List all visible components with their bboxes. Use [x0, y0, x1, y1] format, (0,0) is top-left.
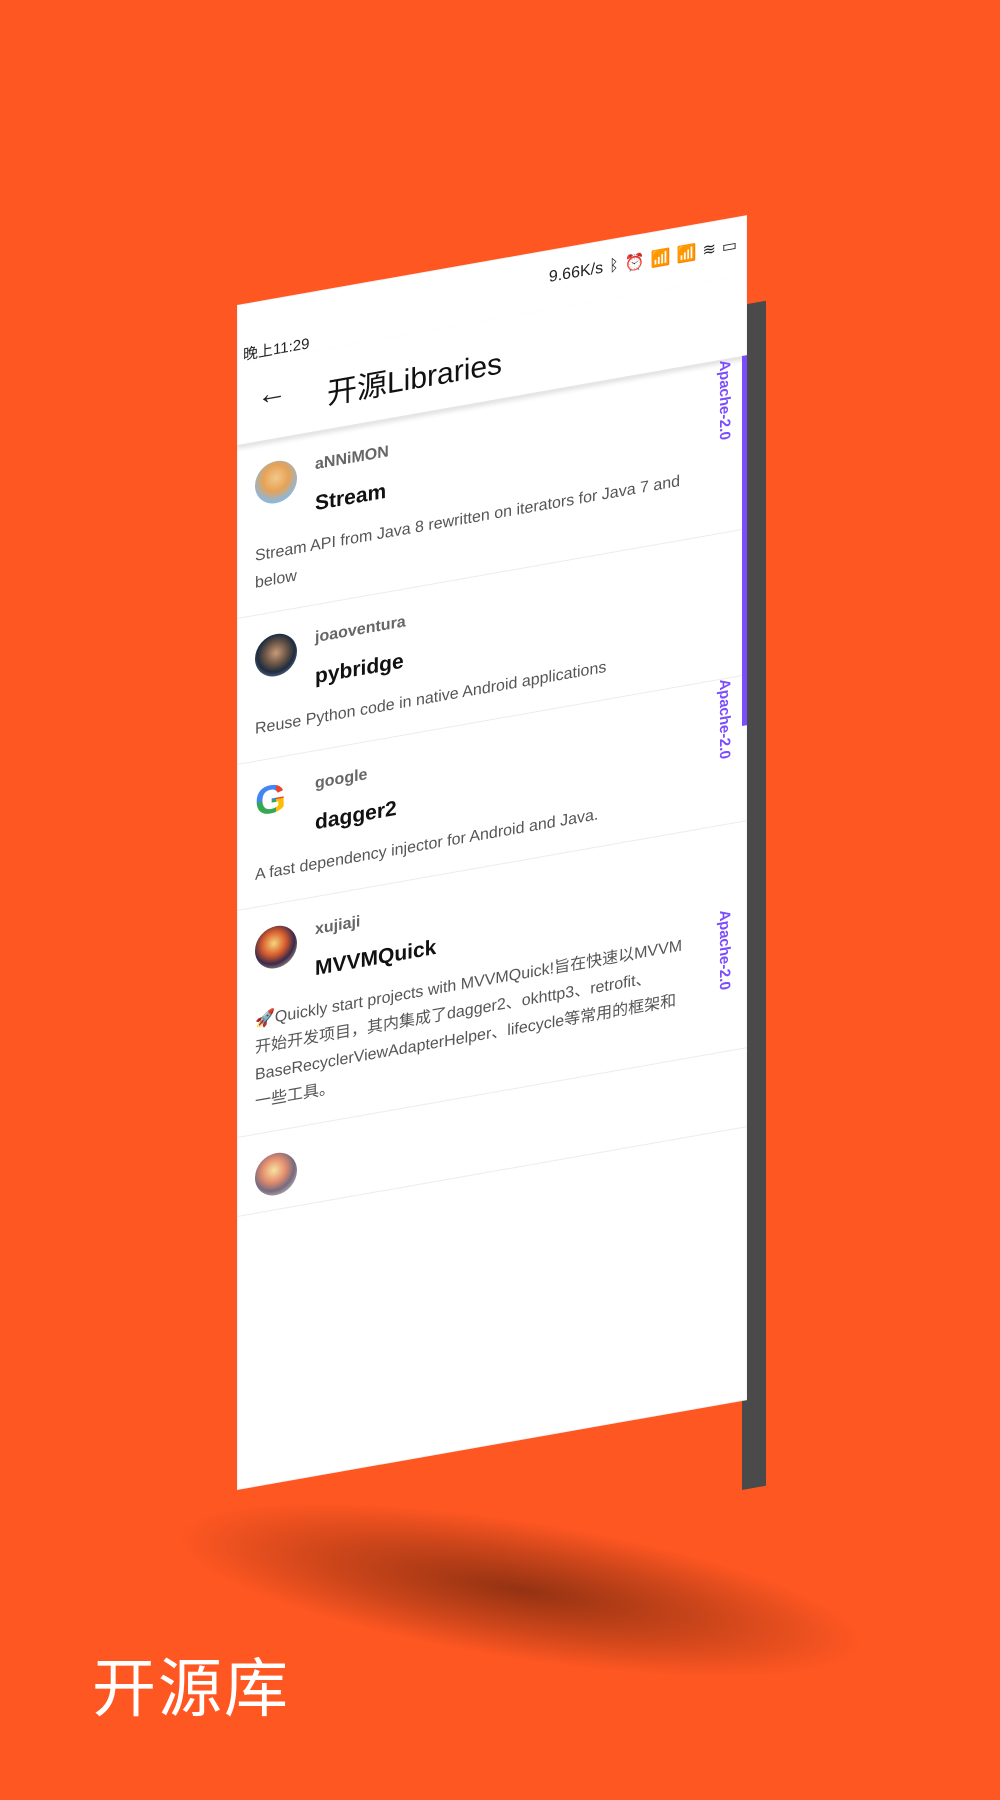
avatar — [255, 457, 297, 507]
wifi-icon: ≋ — [702, 240, 716, 260]
license-badge: Apache-2.0 — [716, 358, 733, 442]
phone-screen: 晚上11:29 9.66K/s ᛒ ⏰ 📶 📶 ≋ ▭ ← 开源Librarie… — [237, 215, 747, 1490]
network-speed: 9.66K/s — [548, 259, 604, 287]
page-title: 开源Libraries — [327, 347, 503, 412]
battery-icon: ▭ — [721, 236, 737, 257]
back-arrow-icon[interactable]: ← — [257, 374, 287, 413]
license-badge: Apache-2.0 — [716, 908, 733, 992]
scrollbar[interactable] — [742, 355, 747, 726]
library-list: aNNiMON Stream Stream API from Java 8 re… — [237, 356, 747, 1217]
promo-stage: 晚上11:29 9.66K/s ᛒ ⏰ 📶 📶 ≋ ▭ ← 开源Librarie… — [0, 0, 1000, 1800]
avatar — [255, 630, 297, 680]
license-badge: Apache-2.0 — [716, 677, 733, 761]
avatar — [255, 1149, 297, 1199]
promo-caption: 开源库 — [92, 1653, 290, 1727]
avatar — [255, 922, 297, 972]
signal-icon: 📶 — [676, 243, 697, 265]
alarm-icon: ⏰ — [624, 253, 645, 274]
status-icons: 9.66K/s ᛒ ⏰ 📶 📶 ≋ ▭ — [549, 235, 737, 288]
bluetooth-icon: ᛒ — [609, 256, 619, 276]
google-logo-icon: G — [255, 774, 297, 824]
signal-icon: 📶 — [650, 248, 671, 270]
